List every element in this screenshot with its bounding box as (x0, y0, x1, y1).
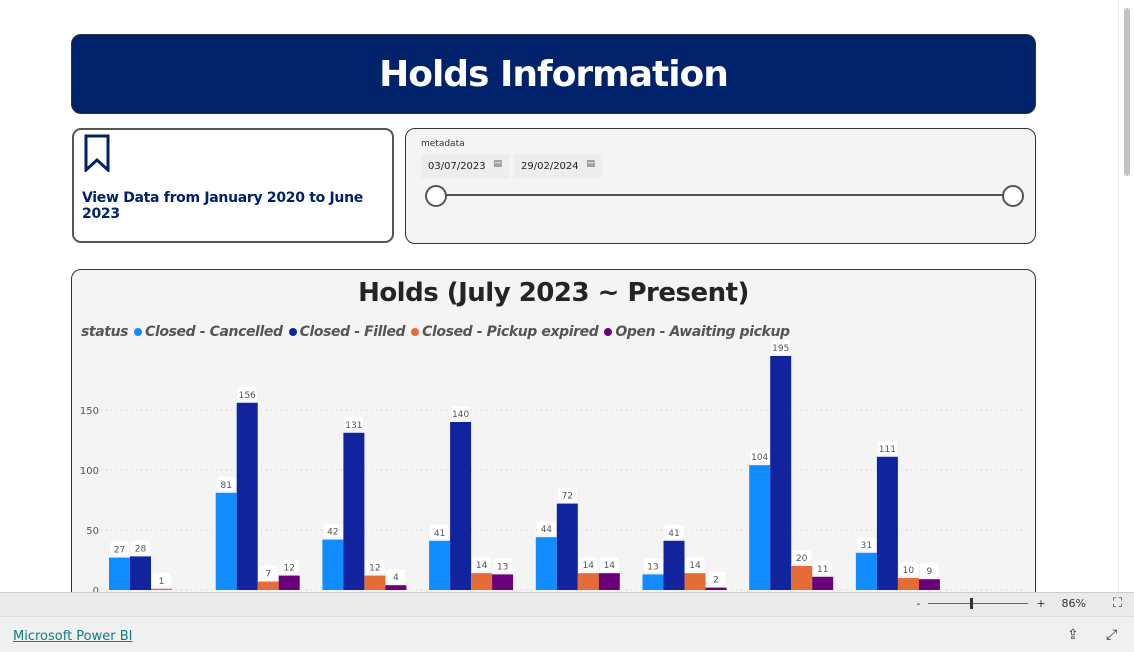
data-label: 44 (541, 525, 553, 535)
bookmark-label: View Data from January 2020 to June 2023 (82, 190, 363, 222)
data-label: 11 (817, 565, 828, 575)
bar (364, 575, 386, 590)
share-icon[interactable]: ⇪ (1067, 627, 1079, 643)
zoom-slider-thumb[interactable] (970, 598, 974, 609)
power-bi-link[interactable]: Microsoft Power BI (13, 629, 132, 644)
bar (598, 573, 620, 590)
bar (791, 566, 813, 590)
data-label: 13 (647, 562, 658, 572)
vertical-scrollbar[interactable] (1118, 0, 1134, 592)
start-date-value: 03/07/2023 (428, 161, 486, 172)
bar (897, 578, 919, 590)
data-label: 31 (861, 541, 872, 551)
bar (749, 465, 771, 590)
calendar-icon[interactable]: ▤ (586, 159, 595, 169)
bookmark-button[interactable]: View Data from January 2020 to June 2023 (72, 128, 394, 243)
bar (278, 575, 300, 590)
data-label: 81 (220, 481, 231, 491)
data-label: 42 (327, 528, 338, 538)
zoom-control: - + 86% (916, 597, 1086, 610)
data-label: 4 (393, 573, 399, 583)
data-label: 12 (369, 564, 380, 574)
slider-end-handle[interactable] (1002, 185, 1024, 207)
bar (385, 585, 407, 590)
data-label: 131 (345, 421, 362, 431)
bookmark-icon (84, 134, 110, 172)
bar (642, 574, 664, 590)
bar (215, 492, 237, 590)
data-label: 12 (283, 564, 294, 574)
data-label: 104 (751, 453, 768, 463)
bar (556, 503, 578, 590)
holds-chart: Holds (July 2023 ~ Present) status Close… (71, 269, 1036, 592)
start-date-input[interactable]: 03/07/2023 ▤ (421, 154, 509, 178)
data-label: 72 (562, 492, 573, 502)
y-tick-label: 150 (80, 406, 99, 417)
data-label: 10 (903, 566, 915, 576)
zoom-slider[interactable] (928, 598, 1029, 609)
zoom-out-button[interactable]: - (916, 597, 920, 610)
bar (257, 581, 279, 590)
bar (236, 402, 258, 590)
bar (109, 557, 130, 590)
data-label: 27 (114, 546, 125, 556)
bar (130, 556, 151, 590)
bar (876, 456, 898, 590)
status-bar: - + 86% ⛶ (0, 592, 1134, 616)
data-label: 111 (879, 445, 896, 455)
slider-start-handle[interactable] (425, 185, 447, 207)
end-date-value: 29/02/2024 (521, 161, 579, 172)
date-range-slicer: metadata 03/07/2023 ▤ 29/02/2024 ▤ (405, 128, 1036, 244)
data-label: 20 (796, 554, 808, 564)
report-canvas: Holds Information View Data from January… (0, 0, 1118, 592)
bar (343, 432, 365, 590)
bar (684, 573, 706, 590)
data-label: 1 (159, 577, 165, 587)
data-label: 14 (604, 561, 616, 571)
bar (322, 539, 344, 590)
bar (492, 574, 514, 590)
bar (663, 540, 685, 590)
bar (918, 579, 940, 590)
bar (535, 537, 557, 590)
data-label: 140 (452, 410, 469, 420)
data-label: 156 (239, 391, 256, 401)
chart-plot: 0501001502728181156712421311244114014134… (80, 340, 1027, 592)
y-tick-label: 100 (80, 466, 99, 477)
fullscreen-icon[interactable]: ⤢ (1106, 627, 1117, 643)
y-tick-label: 50 (86, 526, 99, 537)
bar (151, 588, 172, 590)
bar (577, 573, 599, 590)
data-label: 41 (668, 529, 679, 539)
data-label: 195 (772, 344, 789, 354)
slicer-label: metadata (421, 139, 465, 149)
slider-track[interactable] (436, 194, 1014, 196)
data-label: 13 (497, 562, 508, 572)
data-label: 9 (927, 567, 933, 577)
bar (705, 587, 727, 590)
bar (770, 356, 792, 590)
zoom-level: 86% (1061, 597, 1086, 610)
bar (812, 576, 834, 590)
bar (471, 573, 493, 590)
end-date-input[interactable]: 29/02/2024 ▤ (514, 154, 602, 178)
bar (450, 422, 472, 590)
data-label: 14 (689, 561, 701, 571)
fit-to-page-icon[interactable]: ⛶ (1113, 596, 1122, 611)
footer: Microsoft Power BI ⇪ ⤢ (0, 616, 1134, 652)
scrollbar-thumb[interactable] (1124, 8, 1130, 176)
data-label: 41 (434, 529, 445, 539)
page-title: Holds Information (71, 34, 1036, 114)
data-label: 28 (135, 544, 147, 554)
data-label: 14 (583, 561, 595, 571)
data-label: 14 (476, 561, 488, 571)
zoom-in-button[interactable]: + (1036, 597, 1045, 610)
bar (855, 552, 877, 590)
data-label: 7 (265, 570, 271, 580)
data-label: 2 (713, 576, 719, 586)
bar (429, 540, 451, 590)
calendar-icon[interactable]: ▤ (493, 159, 502, 169)
